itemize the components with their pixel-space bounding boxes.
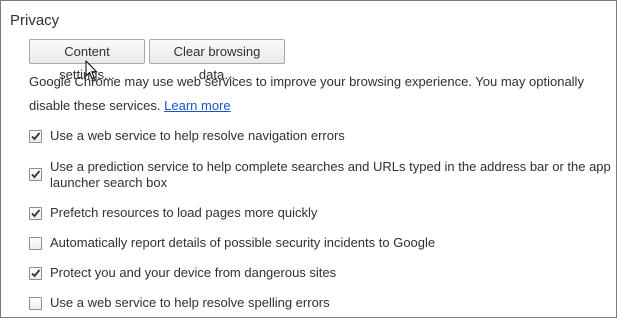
learn-more-link[interactable]: Learn more — [164, 98, 230, 113]
security-incidents-label: Automatically report details of possible… — [50, 235, 436, 250]
mouse-cursor-icon — [85, 60, 98, 80]
section-title: Privacy — [10, 12, 60, 29]
option-prefetch-resources[interactable]: Prefetch resources to load pages more qu… — [29, 205, 614, 221]
checkmark-icon — [31, 269, 41, 278]
privacy-description: Google Chrome may use web services to im… — [29, 70, 614, 118]
option-security-incidents[interactable]: Automatically report details of possible… — [29, 235, 614, 251]
dangerous-sites-checkbox[interactable] — [29, 267, 42, 280]
prefetch-resources-checkbox[interactable] — [29, 207, 42, 220]
option-spelling-errors[interactable]: Use a web service to help resolve spelli… — [29, 295, 614, 311]
checkmark-icon — [31, 209, 41, 218]
dangerous-sites-label: Protect you and your device from dangero… — [50, 265, 337, 280]
checkmark-icon — [31, 132, 41, 141]
prediction-service-label: Use a prediction service to help complet… — [50, 159, 611, 190]
spelling-errors-label: Use a web service to help resolve spelli… — [50, 295, 330, 310]
security-incidents-checkbox[interactable] — [29, 237, 42, 250]
navigation-errors-checkbox[interactable] — [29, 130, 42, 143]
privacy-settings-panel: Privacy Content settings... Clear browsi… — [0, 0, 617, 318]
option-navigation-errors[interactable]: Use a web service to help resolve naviga… — [29, 128, 614, 144]
spelling-errors-checkbox[interactable] — [29, 297, 42, 310]
checkmark-icon — [31, 170, 41, 179]
prediction-service-checkbox[interactable] — [29, 168, 42, 181]
prefetch-resources-label: Prefetch resources to load pages more qu… — [50, 205, 318, 220]
navigation-errors-label: Use a web service to help resolve naviga… — [50, 128, 345, 143]
clear-browsing-data-button[interactable]: Clear browsing data... — [149, 39, 285, 82]
privacy-description-text: Google Chrome may use web services to im… — [29, 74, 584, 113]
option-dangerous-sites[interactable]: Protect you and your device from dangero… — [29, 265, 614, 281]
option-prediction-service[interactable]: Use a prediction service to help complet… — [29, 159, 614, 191]
